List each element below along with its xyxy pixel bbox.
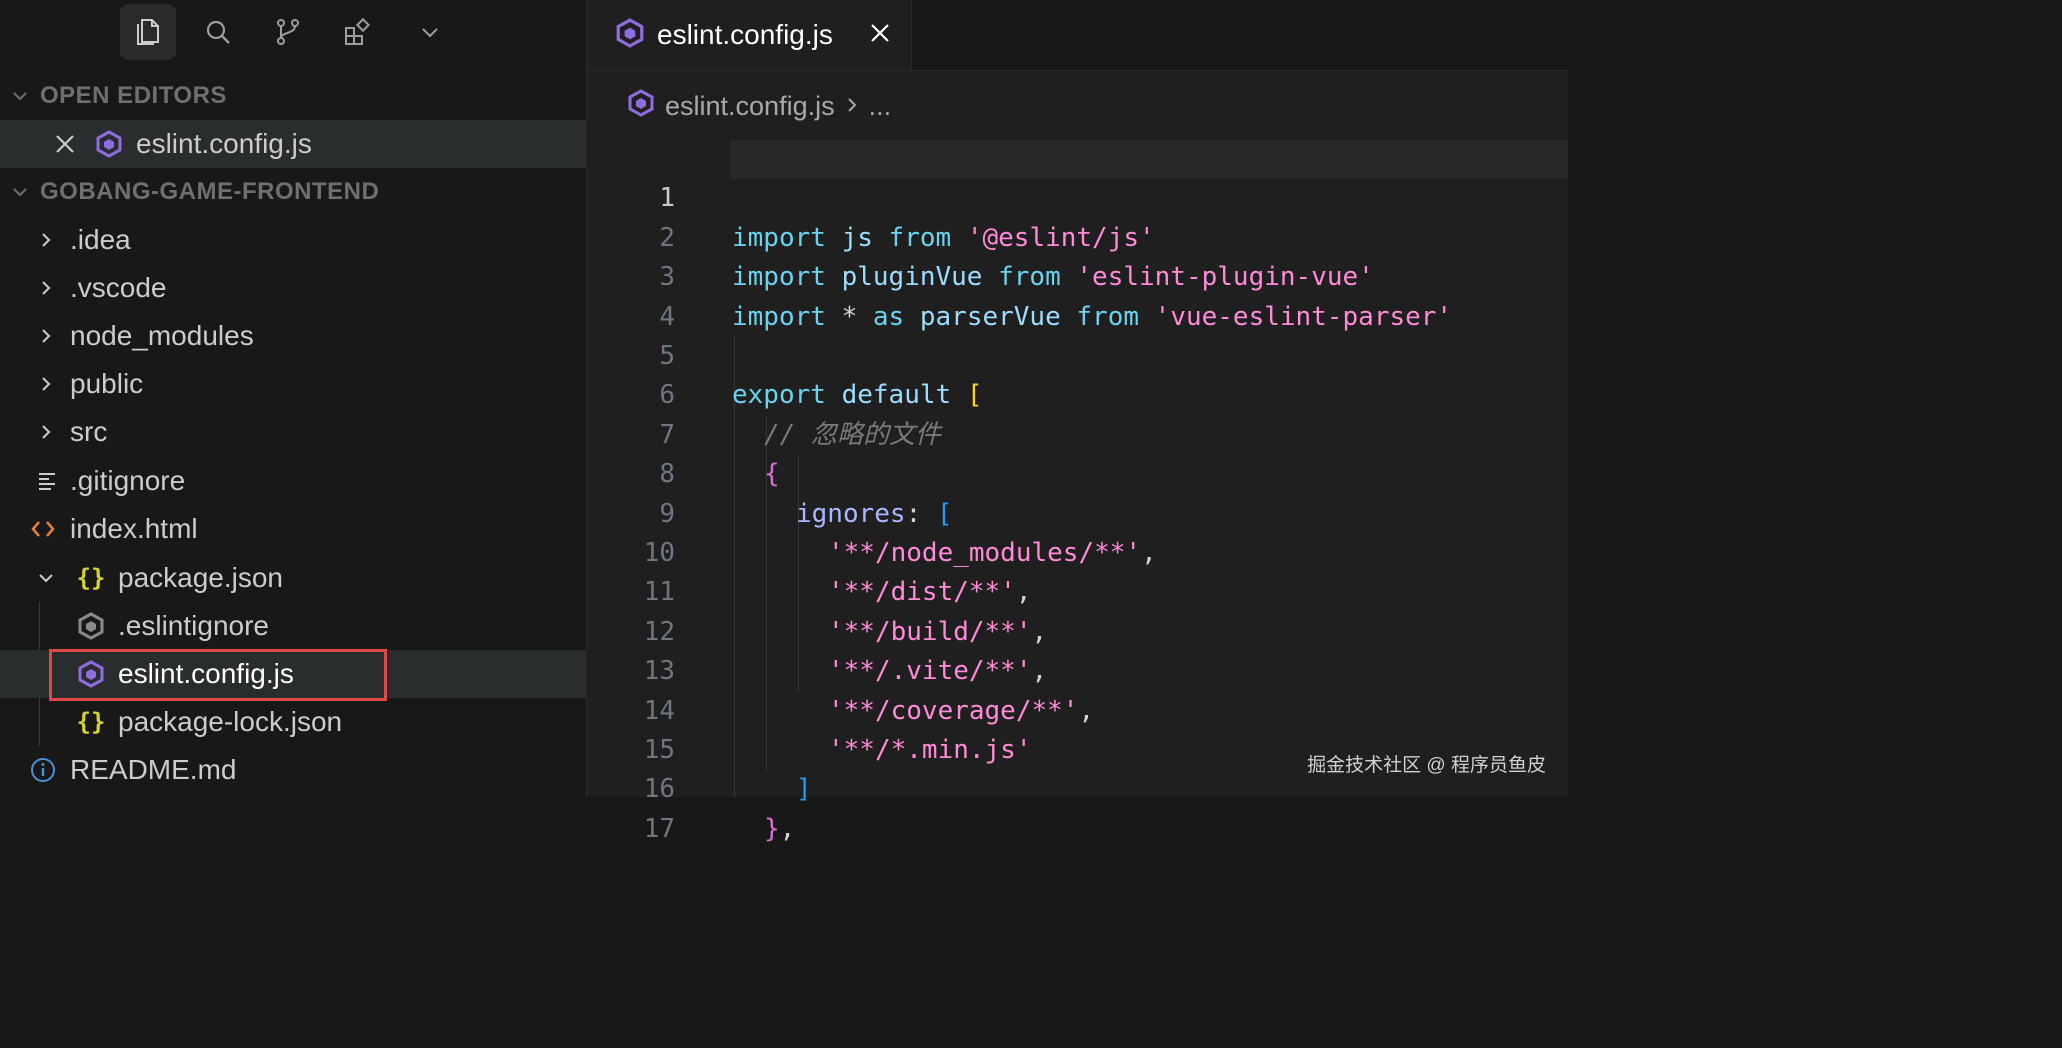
project-title: GOBANG-GAME-FRONTEND: [40, 178, 380, 205]
tree-item-src[interactable]: src: [0, 408, 586, 456]
breadcrumb: eslint.config.js ...: [627, 86, 891, 126]
source-control-icon[interactable]: [260, 4, 316, 60]
tree-item-label: .gitignore: [70, 465, 186, 496]
tree-item-gitignore[interactable]: .gitignore: [0, 457, 586, 505]
search-icon[interactable]: [190, 4, 246, 60]
chevron-right-icon: [36, 326, 56, 346]
chevron-right-icon: [36, 422, 56, 442]
info-icon: [28, 755, 58, 785]
tab-label: eslint.config.js: [657, 19, 833, 50]
code-line: 14 '**/*.min.js': [587, 652, 1568, 765]
tree-item-label: .vscode: [70, 272, 167, 303]
code-line: 8 ignores: [: [587, 416, 1568, 528]
explorer-sidebar: OPEN EDITORS eslint.config.js GOBANG-GAM…: [0, 0, 587, 797]
token: }: [764, 813, 780, 844]
tree-item-label: .eslintignore: [118, 610, 269, 641]
close-icon[interactable]: [865, 18, 895, 48]
tree-item-label: package-lock.json: [118, 706, 343, 737]
eslint-icon: [94, 129, 124, 159]
eslint-icon: [76, 611, 106, 641]
code-line: 7 {: [587, 376, 1568, 489]
tree-item-vscode[interactable]: .vscode: [0, 264, 586, 312]
code-line: 10 '**/dist/**',: [587, 495, 1568, 607]
eslint-icon: [615, 18, 645, 48]
tree-item-label: node_modules: [70, 320, 254, 351]
extensions-icon[interactable]: [330, 4, 386, 60]
tree-item-index-html[interactable]: index.html: [0, 505, 586, 553]
breadcrumb-file[interactable]: eslint.config.js: [665, 91, 835, 122]
line-number: 17: [643, 813, 675, 844]
chevron-down-icon: [0, 86, 40, 106]
chevron-down-icon: [0, 182, 40, 202]
tree-item-label: README.md: [70, 754, 237, 785]
code-line: 12 '**/.vite/**',: [587, 573, 1568, 686]
watermark: 掘金技术社区 @ 程序员鱼皮: [1307, 755, 1546, 776]
tree-item-eslintignore[interactable]: .eslintignore: [0, 602, 586, 650]
tree-item-label: public: [70, 368, 144, 399]
tree-item-label: src: [70, 416, 108, 447]
close-icon[interactable]: [50, 129, 80, 159]
code-line: 2 import pluginVue from 'eslint-plugin-v…: [587, 179, 1568, 292]
open-editor-item[interactable]: eslint.config.js: [0, 120, 586, 168]
chevron-right-icon: [845, 91, 859, 122]
activity-bar: [0, 0, 586, 70]
highlight-box: [49, 649, 387, 701]
tree-item-readme[interactable]: README.md: [0, 746, 586, 794]
json-icon: {}: [76, 708, 106, 736]
open-editors-header[interactable]: OPEN EDITORS: [0, 72, 586, 120]
tree-item-package-json[interactable]: {} package.json: [0, 554, 586, 602]
tree-item-label: .idea: [70, 224, 131, 255]
chevron-right-icon: [36, 278, 56, 298]
chevron-down-icon[interactable]: [402, 4, 458, 60]
editor: eslint.config.js eslint.config.js ... 1 …: [587, 0, 1568, 844]
breadcrumb-more[interactable]: ...: [869, 91, 892, 122]
chevron-down-icon: [36, 568, 56, 588]
code-line: 11 '**/build/**',: [587, 534, 1568, 646]
open-editors-title: OPEN EDITORS: [40, 82, 227, 109]
code-line: 4: [587, 258, 1568, 332]
code-line: 13 '**/coverage/**',: [587, 613, 1568, 725]
tree-item-label: index.html: [70, 513, 198, 544]
tab-bar: eslint.config.js: [587, 0, 1568, 71]
code-area[interactable]: 1 import js from '@eslint/js' 2 import p…: [587, 140, 1568, 844]
chevron-right-icon: [36, 374, 56, 394]
code-line: 15 ]: [587, 692, 1568, 804]
chevron-right-icon: [36, 230, 56, 250]
json-icon: {}: [76, 564, 106, 592]
tree-item-label: package.json: [118, 562, 284, 593]
lines-icon: [32, 466, 62, 496]
token: ,: [779, 813, 796, 844]
tab-eslint-config[interactable]: eslint.config.js: [587, 0, 912, 70]
tree-item-public[interactable]: public: [0, 360, 586, 408]
code-line: 3 import * as parserVue from 'vue-eslint…: [587, 219, 1568, 331]
open-editor-label: eslint.config.js: [136, 128, 312, 159]
code-line: 5 export default [: [587, 298, 1568, 410]
code-line: 1 import js from '@eslint/js': [587, 140, 1568, 252]
tree-item-package-lock[interactable]: {} package-lock.json: [0, 698, 586, 746]
html-icon: [28, 514, 58, 544]
eslint-icon: [627, 88, 655, 124]
tree-item-idea[interactable]: .idea: [0, 216, 586, 264]
code-line: 9 '**/node_modules/**',: [587, 455, 1568, 568]
files-icon[interactable]: [120, 4, 176, 60]
tree-item-node-modules[interactable]: node_modules: [0, 312, 586, 360]
project-header[interactable]: GOBANG-GAME-FRONTEND: [0, 168, 586, 216]
code-line: 6 // 忽略的文件: [587, 337, 1568, 449]
